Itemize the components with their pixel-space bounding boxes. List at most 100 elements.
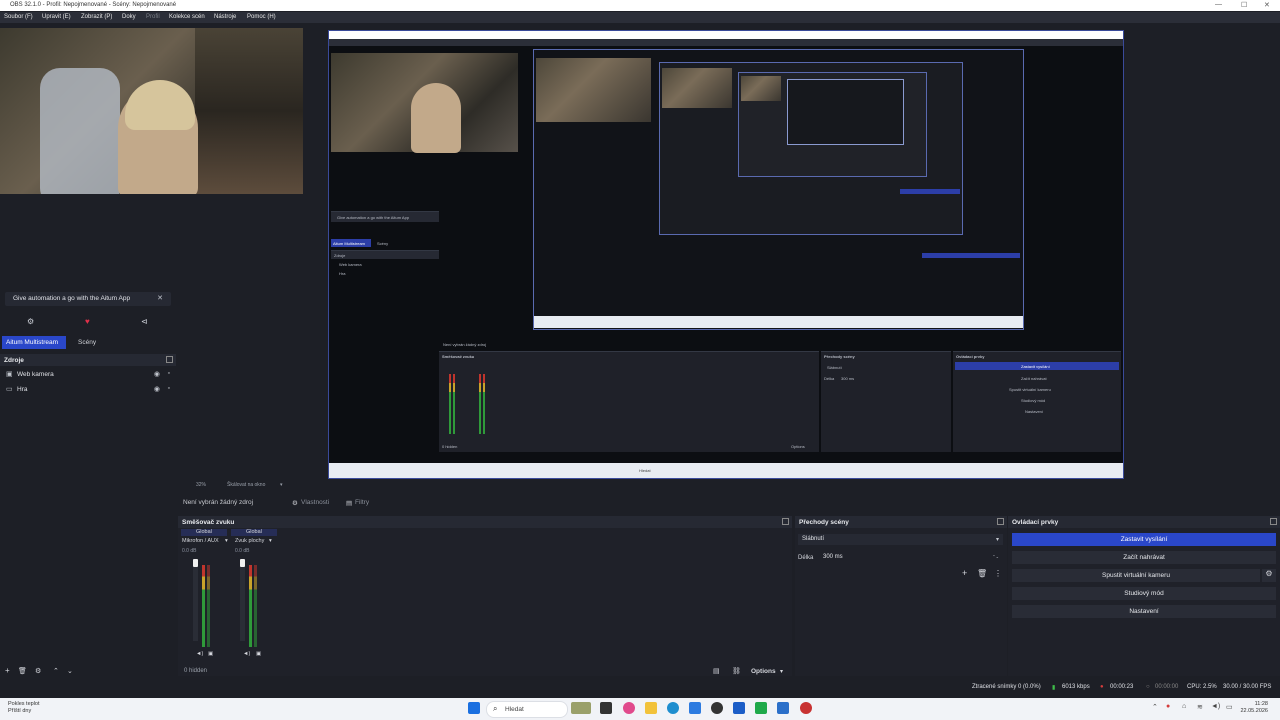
zoom-value[interactable]: 32% bbox=[196, 482, 206, 488]
chrome-icon[interactable] bbox=[800, 702, 812, 714]
controls-title: Ovládací prvky bbox=[1012, 519, 1059, 526]
copilot-icon[interactable] bbox=[623, 702, 635, 714]
trash-icon[interactable]: 🗑 bbox=[977, 569, 987, 578]
inner-sources-header: Zdroje bbox=[331, 250, 439, 259]
chevron-up-icon[interactable]: ⌃ bbox=[1152, 703, 1158, 711]
stop-streaming-button[interactable]: Zastavit vysílání bbox=[1012, 533, 1276, 546]
chevron-down-icon[interactable]: ▾ bbox=[225, 538, 228, 544]
task-view-icon[interactable] bbox=[600, 702, 612, 714]
dock-tabs: Aitum Multistream Scény bbox=[0, 336, 178, 349]
transition-select[interactable]: Slábnutí ▾ bbox=[798, 534, 1003, 545]
tab-scenes[interactable]: Scény bbox=[74, 336, 114, 349]
gear-icon[interactable]: ▣ bbox=[208, 651, 213, 657]
wifi-icon[interactable]: ≋ bbox=[1197, 703, 1203, 711]
desktop-volume-fader[interactable] bbox=[240, 559, 245, 641]
properties-button[interactable]: Vlastnosti bbox=[301, 499, 329, 506]
chevron-down-icon[interactable]: ▾ bbox=[780, 668, 783, 675]
minimize-button[interactable]: — bbox=[1215, 1, 1222, 8]
eye-icon[interactable]: ◉ bbox=[154, 370, 160, 378]
automation-text: Give automation a go with the Aitum App bbox=[13, 295, 131, 302]
menu-view[interactable]: Zobrazit (P) bbox=[81, 14, 112, 20]
speaker-icon[interactable]: ◄) bbox=[243, 651, 250, 657]
xbox-icon[interactable] bbox=[755, 702, 767, 714]
gear-icon[interactable]: ⚙ bbox=[292, 499, 298, 507]
more-icon[interactable]: ⋮ bbox=[994, 569, 1002, 578]
menu-tools[interactable]: Nástroje bbox=[214, 14, 236, 20]
battery-icon[interactable]: ▭ bbox=[1226, 703, 1233, 711]
mic-volume-fader[interactable] bbox=[193, 559, 198, 641]
bitrate: 6013 kbps bbox=[1062, 684, 1090, 690]
link-icon[interactable]: ⛓ bbox=[732, 667, 741, 675]
chevron-down-icon[interactable]: ▾ bbox=[280, 482, 283, 488]
menu-docks[interactable]: Doky bbox=[122, 14, 136, 20]
widget-icon[interactable] bbox=[571, 702, 591, 714]
trash-icon[interactable]: 🗑 bbox=[18, 667, 27, 675]
menu-edit[interactable]: Upravit (E) bbox=[42, 14, 71, 20]
obs-icon[interactable] bbox=[711, 702, 723, 714]
button-label: Nastavení bbox=[1129, 608, 1159, 615]
mixer-options-button[interactable]: Options bbox=[751, 668, 776, 675]
tray-app-icon[interactable]: ● bbox=[1166, 703, 1170, 710]
chevron-up-icon[interactable]: ⌃ bbox=[53, 667, 59, 675]
gear-icon[interactable]: ▣ bbox=[256, 651, 261, 657]
sources-footer: + 🗑 ⚙ ⌃ ⌄ bbox=[0, 665, 180, 677]
lock-icon[interactable]: ▫ bbox=[168, 385, 170, 392]
source-item-game[interactable]: ▭ Hra ◉ ▫ bbox=[4, 384, 174, 395]
chevron-down-icon[interactable]: ⌄ bbox=[67, 667, 73, 675]
filters-button[interactable]: Filtry bbox=[355, 499, 369, 506]
taskbar-search[interactable]: ⌕ Hledat bbox=[486, 701, 568, 718]
folder-icon[interactable] bbox=[645, 702, 657, 714]
menu-file[interactable]: Soubor (F) bbox=[4, 14, 33, 20]
taskbar-clock[interactable]: 11:28 22.05.2026 bbox=[1240, 701, 1268, 715]
layout-icon[interactable]: ▤ bbox=[713, 667, 720, 675]
studio-mode-button[interactable]: Studiový mód bbox=[1012, 587, 1276, 600]
window-titlebar: OBS 32.1.0 - Profil: Nepojmenované - Scé… bbox=[0, 0, 1280, 11]
store-icon[interactable] bbox=[689, 702, 701, 714]
maximize-button[interactable]: ☐ bbox=[1241, 1, 1247, 9]
share-icon[interactable]: ⊲ bbox=[141, 317, 148, 326]
gear-icon[interactable]: ⚙ bbox=[35, 667, 41, 675]
aitum-icon-row: ⚙ ♥ ⊲ bbox=[5, 316, 171, 330]
undock-icon[interactable] bbox=[782, 518, 789, 525]
preview-canvas[interactable]: Give automation a go with the Aitum App … bbox=[328, 30, 1124, 479]
clock-date: 22.05.2026 bbox=[1240, 708, 1268, 714]
filter-icon[interactable]: ▤ bbox=[346, 499, 352, 507]
tab-label: Scény bbox=[78, 339, 97, 346]
inner-transitions: Přechody scény Slábnutí Délka 300 ms bbox=[821, 351, 951, 452]
gear-icon[interactable]: ⚙ bbox=[1262, 569, 1276, 582]
close-icon[interactable]: ✕ bbox=[157, 294, 163, 302]
chevron-down-icon[interactable]: ▾ bbox=[269, 538, 272, 544]
menu-help[interactable]: Pomoc (H) bbox=[247, 14, 276, 20]
photoshop-icon[interactable] bbox=[733, 702, 745, 714]
add-icon[interactable]: + bbox=[5, 666, 10, 675]
close-button[interactable]: ✕ bbox=[1264, 1, 1270, 9]
search-placeholder: Hledat bbox=[505, 706, 524, 713]
duration-input[interactable]: 300 ms ⌃⌄ bbox=[819, 552, 1003, 563]
network-icon[interactable]: ⌂ bbox=[1182, 703, 1186, 710]
outlook-icon[interactable] bbox=[777, 702, 789, 714]
tab-aitum-multistream[interactable]: Aitum Multistream bbox=[2, 336, 66, 349]
zoom-label[interactable]: Škálovat na okno bbox=[227, 482, 265, 488]
windows-start-icon[interactable] bbox=[468, 702, 480, 714]
add-icon[interactable]: + bbox=[962, 568, 967, 578]
weather-widget[interactable]: Pokles teplot Příští dny bbox=[8, 701, 40, 715]
edge-icon[interactable] bbox=[667, 702, 679, 714]
gear-icon[interactable]: ⚙ bbox=[27, 317, 34, 326]
start-recording-button[interactable]: Začít nahrávat bbox=[1012, 551, 1276, 564]
heart-icon[interactable]: ♥ bbox=[85, 317, 90, 326]
undock-icon[interactable] bbox=[166, 356, 173, 363]
virtual-camera-button[interactable]: Spustit virtuální kameru bbox=[1012, 569, 1260, 582]
channel-mic-db: 0.0 dB bbox=[182, 548, 197, 554]
menu-profile[interactable]: Profil bbox=[146, 14, 160, 20]
source-item-web-camera[interactable]: ▣ Web kamera ◉ ▫ bbox=[4, 369, 174, 380]
undock-icon[interactable] bbox=[997, 518, 1004, 525]
volume-icon[interactable]: ◄) bbox=[1211, 703, 1220, 710]
eye-icon[interactable]: ◉ bbox=[154, 385, 160, 393]
settings-button[interactable]: Nastavení bbox=[1012, 605, 1276, 618]
speaker-icon[interactable]: ◄) bbox=[196, 651, 203, 657]
button-label: Zastavit vysílání bbox=[1120, 536, 1168, 543]
audio-mixer-dock: Směšovač zvuku Global Global Mikrofon / … bbox=[178, 516, 792, 676]
undock-icon[interactable] bbox=[1270, 518, 1277, 525]
lock-icon[interactable]: ▫ bbox=[168, 370, 170, 377]
menu-scene-collection[interactable]: Kolekce scén bbox=[169, 14, 205, 20]
